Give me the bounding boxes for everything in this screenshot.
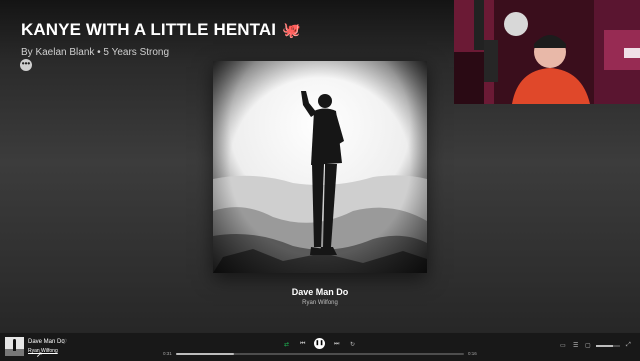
heart-icon[interactable]: ♡ — [61, 338, 67, 346]
devices-icon[interactable]: ▢ — [585, 342, 591, 349]
now-playing-title[interactable]: Dave Man Do — [28, 339, 65, 345]
track-artist[interactable]: Ryan Wilfong — [213, 300, 427, 306]
playlist-title-text: KANYE WITH A LITTLE HENTAI — [21, 20, 277, 39]
player-bar: Dave Man Do Ryan Wilfong ♡ ➚ ⇄ ⏮ ❚❚ ⏭ ↻ … — [0, 332, 640, 361]
repeat-icon[interactable]: ↻ — [350, 341, 355, 348]
progress-fill — [176, 353, 234, 355]
next-icon[interactable]: ⏭ — [334, 341, 339, 348]
playlist-title: KANYE WITH A LITTLE HENTAI 🐙 — [21, 20, 301, 40]
progress-bar[interactable] — [176, 353, 464, 355]
pause-icon[interactable]: ❚❚ — [314, 338, 325, 349]
album-artwork — [213, 61, 427, 273]
volume-fill — [596, 345, 613, 347]
now-playing-thumbnail[interactable] — [5, 337, 24, 356]
octopus-icon: 🐙 — [282, 22, 301, 39]
album-artwork-image — [213, 61, 427, 273]
webcam-overlay — [454, 0, 640, 104]
track-title[interactable]: Dave Man Do — [213, 287, 427, 297]
fullscreen-icon[interactable]: ⤢ — [626, 342, 631, 349]
playlist-subtitle: By Kaelan Blank • 5 Years Strong — [21, 47, 170, 58]
now-playing-artist[interactable]: Ryan Wilfong — [28, 348, 58, 354]
shuffle-icon[interactable]: ⇄ — [284, 341, 289, 348]
cursor-icon: ➚ — [36, 350, 43, 359]
elapsed-time: 0:31 — [163, 351, 172, 356]
lyrics-icon[interactable]: ▭ — [560, 342, 566, 349]
queue-icon[interactable]: ☰ — [573, 342, 578, 349]
playlist-header: KANYE WITH A LITTLE HENTAI 🐙 By Kaelan B… — [21, 20, 301, 58]
webcam-image — [454, 0, 640, 104]
duration-time: 0:16 — [468, 351, 477, 356]
previous-icon[interactable]: ⏮ — [300, 341, 305, 348]
more-options-button[interactable]: ••• — [20, 59, 32, 71]
volume-slider[interactable] — [596, 345, 620, 347]
